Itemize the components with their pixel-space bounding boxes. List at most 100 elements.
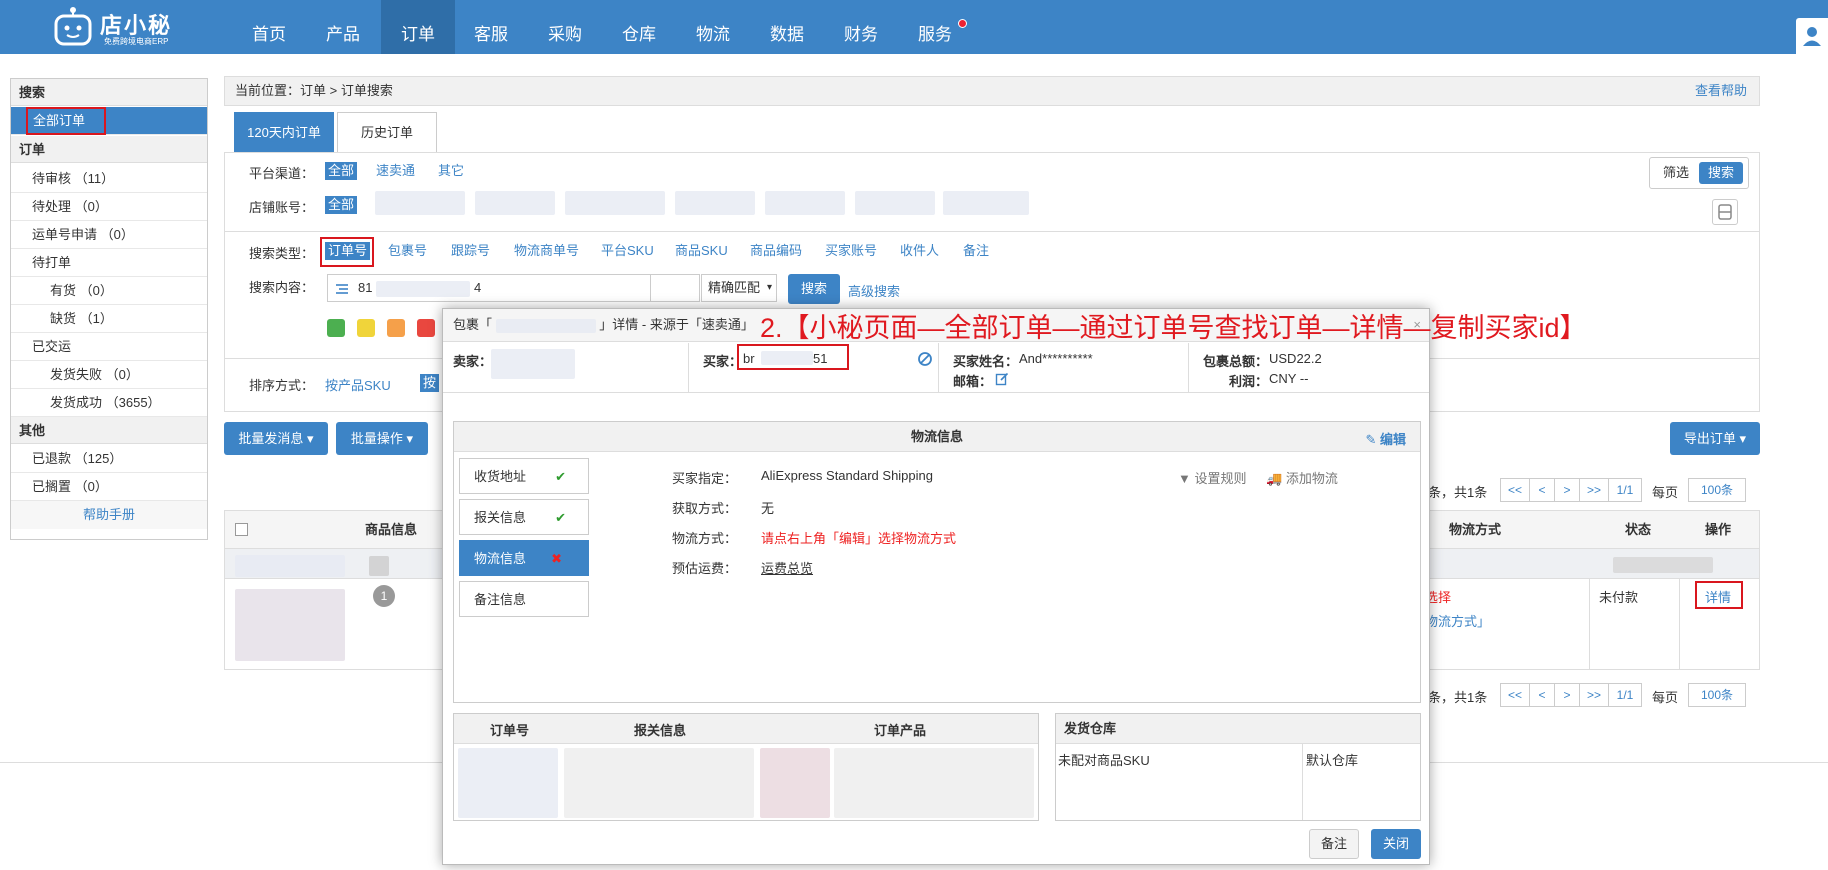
- seller-label: 卖家：: [453, 354, 493, 369]
- robot-logo-icon: [54, 7, 92, 46]
- logo[interactable]: 店小秘 免费跨境电商ERP: [52, 4, 182, 50]
- nav-products[interactable]: 产品: [312, 0, 374, 54]
- modal-close-button[interactable]: 关闭: [1371, 829, 1421, 859]
- tag-green[interactable]: [327, 319, 345, 337]
- warehouse-sku-status: 未配对商品SKU: [1058, 753, 1150, 768]
- search-content-input[interactable]: 81 4: [327, 274, 700, 302]
- sort-by-product-sku[interactable]: 按产品SKU: [325, 375, 391, 394]
- sidebar-help-link[interactable]: 帮助手册: [11, 501, 207, 529]
- search-type-product-code[interactable]: 商品编码: [747, 242, 805, 260]
- th-status: 状态: [1625, 522, 1652, 537]
- sidebar-item-ship-success[interactable]: 发货成功 （3655）: [11, 389, 207, 417]
- search-type-tracking-no[interactable]: 跟踪号: [448, 242, 493, 260]
- product-thumb: [235, 589, 345, 661]
- collapse-icon: [1718, 204, 1732, 220]
- side-tab-customs[interactable]: 报关信息 ✔: [459, 499, 589, 535]
- shop-all[interactable]: 全部: [325, 196, 358, 214]
- sort-option-2[interactable]: 按: [420, 374, 440, 392]
- sidebar-item-to-print[interactable]: 待打单: [11, 249, 207, 277]
- pager-per-select[interactable]: 100条: [1688, 478, 1746, 502]
- side-tab-notes[interactable]: 备注信息: [459, 581, 589, 617]
- platform-other[interactable]: 其它: [435, 162, 467, 180]
- sidebar-item-ship-failed[interactable]: 发货失败 （0）: [11, 361, 207, 389]
- search-type-note[interactable]: 备注: [960, 242, 992, 260]
- row-badge: 1: [373, 585, 395, 607]
- pager-last-bottom[interactable]: >>: [1579, 683, 1609, 707]
- fee-overview-link[interactable]: 运费总览: [761, 558, 813, 577]
- set-rule-button[interactable]: ▼ 设置规则: [1178, 468, 1247, 487]
- sidebar-item-to-process[interactable]: 待处理 （0）: [11, 193, 207, 221]
- pager-next[interactable]: >: [1554, 478, 1580, 502]
- match-mode-select[interactable]: 精确匹配 ▾: [701, 274, 777, 302]
- pager-first[interactable]: <<: [1500, 478, 1530, 502]
- select-all-checkbox[interactable]: [235, 523, 248, 536]
- sidebar-item-on-hold[interactable]: 已搁置 （0）: [11, 473, 207, 501]
- side-tab-address[interactable]: 收货地址 ✔: [459, 458, 589, 494]
- nav-orders[interactable]: 订单: [381, 0, 455, 54]
- collapse-button[interactable]: [1712, 199, 1738, 225]
- blurred-order-no: [376, 281, 470, 297]
- search-type-label: 搜索类型：: [249, 246, 315, 261]
- search-type-buyer-account[interactable]: 买家账号: [822, 242, 880, 260]
- cross-icon: ✖: [551, 551, 562, 566]
- user-avatar-button[interactable]: [1796, 18, 1828, 54]
- platform-aliexpress[interactable]: 速卖通: [373, 162, 418, 180]
- sidebar-item-in-stock[interactable]: 有货 （0）: [11, 277, 207, 305]
- pager-last[interactable]: >>: [1579, 478, 1609, 502]
- platform-all[interactable]: 全部: [325, 162, 358, 180]
- tab-history[interactable]: 历史订单: [337, 112, 437, 152]
- nav-customer-service[interactable]: 客服: [460, 0, 522, 54]
- nav-purchase[interactable]: 采购: [534, 0, 596, 54]
- row-shipping-line2[interactable]: 物流方式」: [1425, 611, 1490, 630]
- ban-icon[interactable]: [917, 351, 933, 367]
- nav-finance[interactable]: 财务: [830, 0, 892, 54]
- logistics-section: 物流信息 ✎ 编辑 收货地址 ✔ 报关信息 ✔ 物流信息 ✖ 备注信息 买家指定： A…: [453, 421, 1421, 703]
- modal-info-row: 卖家： 买家： br 51 买家姓名： And********** 邮箱： 包裹…: [443, 343, 1429, 393]
- nav-home[interactable]: 首页: [238, 0, 300, 54]
- advanced-search-link[interactable]: 高级搜索: [848, 281, 900, 300]
- bulk-operation-button[interactable]: 批量操作 ▾: [336, 422, 428, 455]
- sidebar-item-refunded[interactable]: 已退款 （125）: [11, 445, 207, 473]
- pager-prev-bottom[interactable]: <: [1529, 683, 1555, 707]
- search-type-carrier-no[interactable]: 物流商单号: [511, 242, 582, 260]
- sidebar-item-out-of-stock[interactable]: 缺货 （1）: [11, 305, 207, 333]
- export-orders-button[interactable]: 导出订单 ▾: [1670, 422, 1760, 455]
- grid-header-order-no: 订单号: [490, 723, 530, 738]
- search-type-product-sku[interactable]: 商品SKU: [672, 242, 731, 260]
- pager-per-label: 每页: [1652, 485, 1679, 500]
- side-tab-logistics[interactable]: 物流信息 ✖: [459, 540, 589, 576]
- blurred-shop-2: [475, 191, 555, 215]
- nav-service[interactable]: 服务: [904, 0, 966, 54]
- help-link[interactable]: 查看帮助: [1695, 77, 1747, 105]
- pager-per-select-bottom[interactable]: 100条: [1688, 683, 1746, 707]
- logistics-edit-button[interactable]: ✎ 编辑: [1365, 429, 1406, 448]
- sidebar-orders-header: 订单: [11, 136, 207, 163]
- tag-yellow[interactable]: [357, 319, 375, 337]
- nav-warehouse[interactable]: 仓库: [608, 0, 670, 54]
- logistics-title: 物流信息: [454, 422, 1420, 452]
- sidebar-item-pending-review[interactable]: 待审核 （11）: [11, 165, 207, 193]
- edit-icon[interactable]: [995, 372, 1009, 386]
- search-toggle-button[interactable]: 搜索: [1699, 162, 1743, 184]
- bulk-message-button[interactable]: 批量发消息 ▾: [224, 422, 328, 455]
- tag-red[interactable]: [417, 319, 435, 337]
- search-button[interactable]: 搜索: [788, 274, 840, 304]
- warehouse-default: 默认仓库: [1306, 753, 1359, 768]
- search-type-platform-sku[interactable]: 平台SKU: [598, 242, 657, 260]
- search-type-package-no[interactable]: 包裹号: [385, 242, 430, 260]
- nav-data[interactable]: 数据: [756, 0, 818, 54]
- filter-toggle-button[interactable]: 筛选: [1655, 162, 1697, 184]
- nav-logistics[interactable]: 物流: [682, 0, 744, 54]
- search-type-recipient[interactable]: 收件人: [897, 242, 942, 260]
- pager-next-bottom[interactable]: >: [1554, 683, 1580, 707]
- sidebar-item-shipped[interactable]: 已交运: [11, 333, 207, 361]
- pager-first-bottom[interactable]: <<: [1500, 683, 1530, 707]
- add-logistics-button[interactable]: 🚚 添加物流: [1266, 468, 1338, 487]
- modal-note-button[interactable]: 备注: [1309, 829, 1359, 859]
- sidebar-item-waybill-request[interactable]: 运单号申请 （0）: [11, 221, 207, 249]
- th-product: 商品信息: [365, 522, 418, 537]
- tag-orange[interactable]: [387, 319, 405, 337]
- pager-prev[interactable]: <: [1529, 478, 1555, 502]
- buyer-specified-value: AliExpress Standard Shipping: [761, 468, 933, 483]
- tab-120-days[interactable]: 120天内订单: [234, 112, 334, 152]
